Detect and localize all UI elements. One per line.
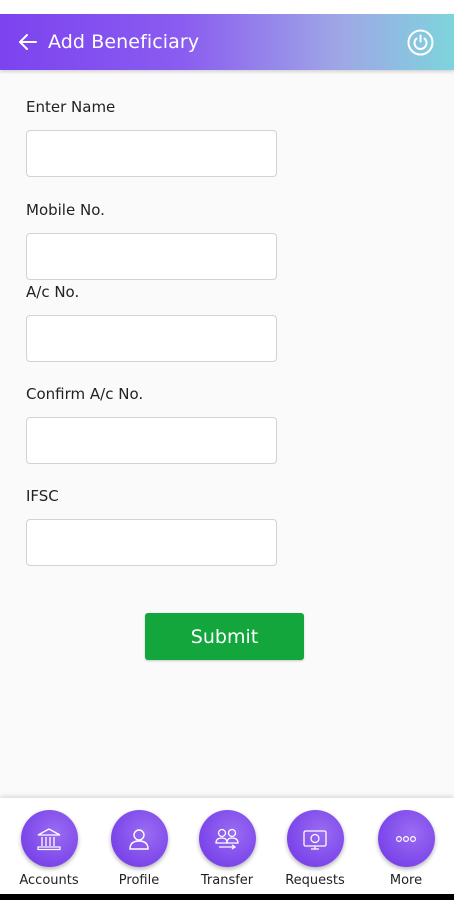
account-label: A/c No. xyxy=(26,283,80,301)
transfer-users-icon xyxy=(215,828,239,850)
user-icon xyxy=(129,828,149,850)
confirm-account-label: Confirm A/c No. xyxy=(26,385,144,403)
requests-icon xyxy=(303,829,327,850)
nav-label-accounts: Accounts xyxy=(19,873,79,888)
nav-label-transfer: Transfer xyxy=(200,873,254,888)
bottom-nav: Accounts Profile Transfer Requests More xyxy=(0,798,454,894)
nav-transfer-circle xyxy=(198,810,256,867)
nav-accounts-circle xyxy=(20,810,78,867)
nav-label-profile: Profile xyxy=(118,873,160,888)
nav-more-circle xyxy=(377,810,435,867)
nav-item-profile[interactable]: Profile xyxy=(99,810,179,888)
ifsc-label: IFSC xyxy=(26,487,59,505)
system-nav-strip xyxy=(0,894,454,900)
nav-requests-circle xyxy=(286,810,344,867)
name-label: Enter Name xyxy=(26,98,116,116)
account-field[interactable] xyxy=(26,315,277,362)
back-button[interactable] xyxy=(16,30,40,54)
app-bar: Add Beneficiary xyxy=(0,14,454,70)
nav-profile-circle xyxy=(110,810,168,867)
status-bar xyxy=(0,0,454,14)
nav-label-more: More xyxy=(389,873,423,888)
submit-button[interactable]: Submit xyxy=(145,613,304,660)
power-icon xyxy=(407,29,434,56)
nav-label-requests: Requests xyxy=(285,873,345,888)
mobile-label: Mobile No. xyxy=(26,201,105,219)
logout-button[interactable] xyxy=(407,29,434,56)
nav-item-transfer[interactable]: Transfer xyxy=(187,810,267,888)
ifsc-field[interactable] xyxy=(26,519,277,566)
bank-icon xyxy=(37,827,61,850)
nav-item-requests[interactable]: Requests xyxy=(275,810,355,888)
page-title: Add Beneficiary xyxy=(48,31,200,53)
nav-item-accounts[interactable]: Accounts xyxy=(9,810,89,888)
mobile-field[interactable] xyxy=(26,233,277,280)
nav-item-more[interactable]: More xyxy=(366,810,446,888)
name-field[interactable] xyxy=(26,130,277,177)
confirm-account-field[interactable] xyxy=(26,417,277,464)
arrow-left-icon xyxy=(19,34,37,50)
more-icon xyxy=(395,835,417,842)
app-screen: Add Beneficiary Enter Name Mobile No. A/… xyxy=(0,0,454,900)
